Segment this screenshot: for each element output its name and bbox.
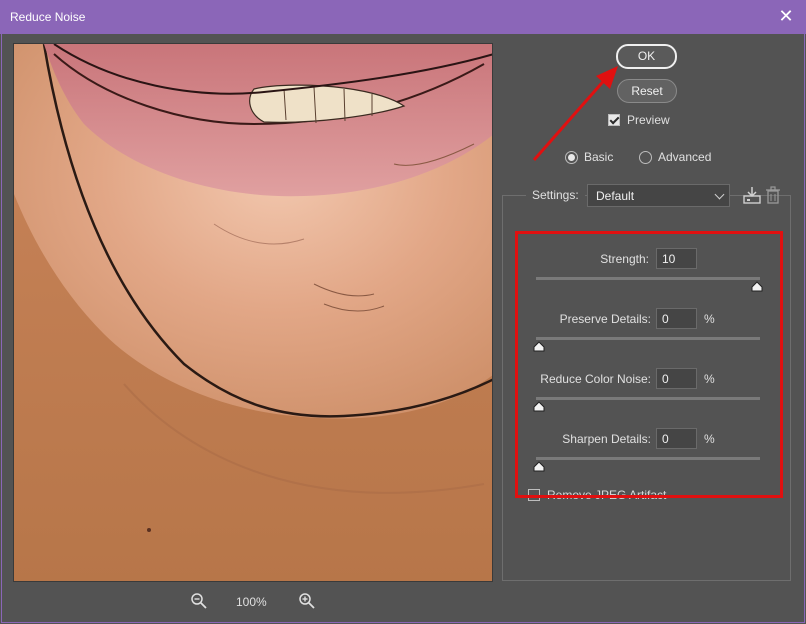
- close-icon[interactable]: ✕: [776, 6, 796, 26]
- title-bar: Reduce Noise ✕: [0, 0, 806, 34]
- preview-checkbox[interactable]: [608, 114, 620, 126]
- reset-button[interactable]: Reset: [617, 79, 677, 103]
- settings-dropdown[interactable]: Default: [587, 184, 730, 207]
- delete-preset-icon[interactable]: [765, 186, 781, 204]
- zoom-in-icon[interactable]: [298, 592, 316, 610]
- preview-image[interactable]: [13, 43, 493, 582]
- advanced-radio[interactable]: [639, 151, 652, 164]
- zoom-out-icon[interactable]: [190, 592, 208, 610]
- advanced-label: Advanced: [658, 150, 712, 164]
- basic-label: Basic: [584, 150, 614, 164]
- settings-label: Settings:: [526, 188, 585, 202]
- zoom-level: 100%: [236, 595, 267, 609]
- annotation-highlight-box: [515, 231, 783, 498]
- chevron-down-icon: [714, 189, 725, 200]
- zoom-bar: 100%: [190, 592, 320, 612]
- ok-button[interactable]: OK: [616, 44, 677, 69]
- preview-label: Preview: [627, 113, 670, 127]
- save-preset-icon[interactable]: [743, 186, 761, 204]
- window-title: Reduce Noise: [10, 10, 86, 24]
- basic-radio[interactable]: [565, 151, 578, 164]
- settings-value: Default: [596, 189, 635, 203]
